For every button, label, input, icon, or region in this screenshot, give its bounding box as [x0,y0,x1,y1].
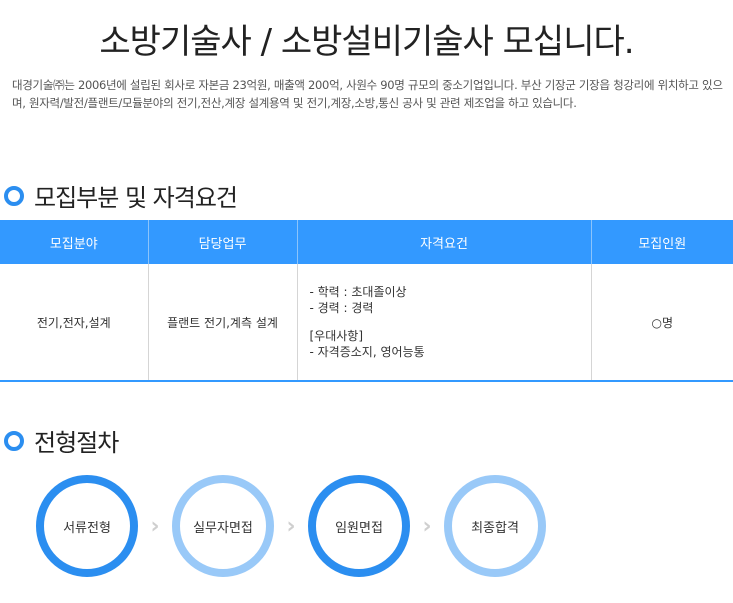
process-steps: 서류전형 › 실무자면접 › 임원면접 › 최종합격 [36,475,546,577]
column-header-duty: 담당업무 [148,220,298,264]
column-header-headcount: 모집인원 [591,220,733,264]
step-executive-interview: 임원면접 [308,475,410,577]
requirements-section-title: 모집부분 및 자격요건 [34,184,238,212]
table-header-row: 모집분야 담당업무 자격요건 모집인원 [0,220,733,264]
cell-duty: 플랜트 전기,계측 설계 [148,264,298,382]
step-label: 최종합격 [471,520,519,536]
ring-bullet-icon [4,430,24,451]
chevron-right-icon: › [422,513,432,539]
table-row: 전기,전자,설계 플랜트 전기,계측 설계 - 학력 : 초대졸이상 - 경력 … [0,264,733,382]
column-header-qualifications: 자격요건 [297,220,592,264]
cell-headcount: ○명 [591,264,733,382]
step-label: 임원면접 [335,520,383,536]
qualification-education: - 학력 : 초대졸이상 [309,285,407,299]
qualification-experience: - 경력 : 경력 [309,301,374,315]
requirements-section-header: 모집부분 및 자격요건 [4,178,238,213]
step-final-acceptance: 최종합격 [444,475,546,577]
page-title: 소방기술사 / 소방설비기술사 모십니다. [99,22,634,62]
company-intro: 대경기술㈜는 2006년에 설립된 회사로 자본금 23억원, 매출액 200억… [12,78,723,110]
chevron-right-icon: › [150,513,160,539]
ring-bullet-icon [4,185,24,206]
chevron-right-icon: › [286,513,296,539]
column-header-field: 모집분야 [0,220,149,264]
step-label: 서류전형 [63,520,111,536]
job-posting-page: 소방기술사 / 소방설비기술사 모십니다. 대경기술㈜는 2006년에 설립된 … [0,0,733,603]
cell-field: 전기,전자,설계 [0,264,149,382]
process-section-header: 전형절차 [4,423,119,458]
step-label: 실무자면접 [193,520,253,536]
cell-qualifications: - 학력 : 초대졸이상 - 경력 : 경력 [우대사항] - 자격증소지, 영… [297,264,592,382]
requirements-table: 모집분야 담당업무 자격요건 모집인원 전기,전자,설계 플랜트 전기,계측 설… [0,220,733,382]
step-practical-interview: 실무자면접 [172,475,274,577]
preference-item: - 자격증소지, 영어능통 [309,345,425,359]
step-document-screening: 서류전형 [36,475,138,577]
preference-title: [우대사항] [309,329,364,343]
process-section-title: 전형절차 [34,429,119,457]
